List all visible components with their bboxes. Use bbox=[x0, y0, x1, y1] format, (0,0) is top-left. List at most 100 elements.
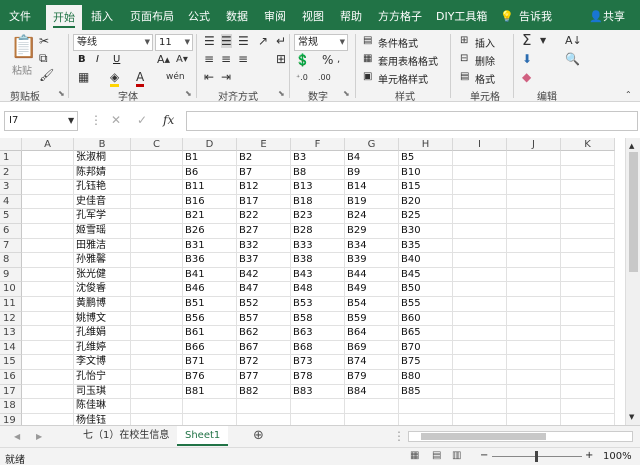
sort-filter-icon[interactable]: A↓ bbox=[565, 34, 582, 48]
cell-h3[interactable]: B15 bbox=[399, 180, 453, 195]
cell-a5[interactable] bbox=[22, 209, 74, 224]
cell-b4[interactable]: 史佳音 bbox=[74, 194, 131, 210]
cell-g18[interactable] bbox=[345, 399, 399, 414]
cell-d2[interactable]: B6 bbox=[183, 165, 237, 181]
chevron-down-icon[interactable]: ▼ bbox=[540, 34, 546, 48]
cell-e6[interactable]: B27 bbox=[237, 224, 291, 239]
cell-i14[interactable] bbox=[453, 340, 507, 356]
cell-i13[interactable] bbox=[453, 326, 507, 341]
cell-f18[interactable] bbox=[291, 399, 345, 414]
scroll-up-icon[interactable]: ▲ bbox=[629, 139, 634, 153]
cell-c3[interactable] bbox=[131, 180, 183, 195]
cell-j17[interactable] bbox=[507, 384, 561, 400]
cell-e17[interactable]: B82 bbox=[237, 384, 291, 400]
cell-e1[interactable]: B2 bbox=[237, 151, 291, 166]
cell-h8[interactable]: B40 bbox=[399, 253, 453, 268]
cell-d1[interactable]: B1 bbox=[183, 151, 237, 166]
cell-k8[interactable] bbox=[561, 253, 615, 268]
column-header-a[interactable]: A bbox=[22, 138, 74, 151]
cell-i15[interactable] bbox=[453, 355, 507, 370]
cell-i6[interactable] bbox=[453, 224, 507, 239]
column-header-b[interactable]: B bbox=[74, 138, 131, 151]
column-header-c[interactable]: C bbox=[131, 138, 183, 151]
cell-b2[interactable]: 陈邦婧 bbox=[74, 165, 131, 181]
cell-f7[interactable]: B33 bbox=[291, 238, 345, 254]
row-header-7[interactable]: 7 bbox=[0, 238, 22, 254]
cell-j9[interactable] bbox=[507, 267, 561, 283]
cell-h2[interactable]: B10 bbox=[399, 165, 453, 181]
cell-h10[interactable]: B50 bbox=[399, 282, 453, 297]
cell-e18[interactable] bbox=[237, 399, 291, 414]
cell-a13[interactable] bbox=[22, 326, 74, 341]
cell-e16[interactable]: B77 bbox=[237, 370, 291, 385]
cell-c7[interactable] bbox=[131, 238, 183, 254]
cell-b1[interactable]: 张淑桐 bbox=[74, 151, 131, 166]
align-center-icon[interactable]: ≡ bbox=[221, 52, 231, 66]
cell-f19[interactable] bbox=[291, 413, 345, 425]
cell-d13[interactable]: B61 bbox=[183, 326, 237, 341]
number-format-dropdown[interactable]: 常规 ▼ bbox=[294, 34, 348, 51]
cell-g6[interactable]: B29 bbox=[345, 224, 399, 239]
conditional-format-button[interactable]: 条件格式 bbox=[378, 35, 418, 50]
cell-c12[interactable] bbox=[131, 311, 183, 327]
cell-c10[interactable] bbox=[131, 282, 183, 297]
zoom-level[interactable]: 100% bbox=[603, 451, 632, 462]
cell-b8[interactable]: 孙雅馨 bbox=[74, 253, 131, 268]
tab-formulas[interactable]: 公式 bbox=[188, 0, 210, 30]
sheet-tab-active[interactable]: Sheet1 bbox=[177, 426, 229, 446]
wrap-text-icon[interactable]: ↵ bbox=[276, 34, 286, 48]
cell-d3[interactable]: B11 bbox=[183, 180, 237, 195]
tab-fangfang[interactable]: 方方格子 bbox=[378, 0, 422, 30]
cell-c6[interactable] bbox=[131, 224, 183, 239]
cell-i12[interactable] bbox=[453, 311, 507, 327]
cell-h9[interactable]: B45 bbox=[399, 267, 453, 283]
cell-g8[interactable]: B39 bbox=[345, 253, 399, 268]
cell-f16[interactable]: B78 bbox=[291, 370, 345, 385]
cell-g4[interactable]: B19 bbox=[345, 194, 399, 210]
name-box[interactable]: I7 bbox=[4, 111, 78, 131]
cell-k7[interactable] bbox=[561, 238, 615, 254]
cell-g9[interactable]: B44 bbox=[345, 267, 399, 283]
cell-f11[interactable]: B53 bbox=[291, 297, 345, 312]
cell-a7[interactable] bbox=[22, 238, 74, 254]
cell-g12[interactable]: B59 bbox=[345, 311, 399, 327]
cell-h4[interactable]: B20 bbox=[399, 194, 453, 210]
cell-g10[interactable]: B49 bbox=[345, 282, 399, 297]
cell-c11[interactable] bbox=[131, 297, 183, 312]
fill-icon[interactable]: ⬇ bbox=[522, 52, 532, 66]
cell-b17[interactable]: 司玉琪 bbox=[74, 384, 131, 400]
row-header-17[interactable]: 17 bbox=[0, 384, 22, 400]
cell-e3[interactable]: B12 bbox=[237, 180, 291, 195]
column-header-g[interactable]: G bbox=[345, 138, 399, 151]
paste-button[interactable]: 粘贴 bbox=[12, 62, 32, 77]
cell-a14[interactable] bbox=[22, 340, 74, 356]
horizontal-scroll-thumb[interactable] bbox=[421, 433, 546, 440]
cell-b16[interactable]: 孔怡宁 bbox=[74, 370, 131, 385]
cell-h5[interactable]: B25 bbox=[399, 209, 453, 224]
cell-c2[interactable] bbox=[131, 165, 183, 181]
cell-k5[interactable] bbox=[561, 209, 615, 224]
row-header-5[interactable]: 5 bbox=[0, 209, 22, 224]
cell-k15[interactable] bbox=[561, 355, 615, 370]
cell-h12[interactable]: B60 bbox=[399, 311, 453, 327]
cell-i5[interactable] bbox=[453, 209, 507, 224]
cell-d15[interactable]: B71 bbox=[183, 355, 237, 370]
cell-i19[interactable] bbox=[453, 413, 507, 425]
cell-f6[interactable]: B28 bbox=[291, 224, 345, 239]
cell-a18[interactable] bbox=[22, 399, 74, 414]
cell-d11[interactable]: B51 bbox=[183, 297, 237, 312]
cell-k9[interactable] bbox=[561, 267, 615, 283]
cell-f1[interactable]: B3 bbox=[291, 151, 345, 166]
merge-center-icon[interactable]: ⊞ bbox=[276, 52, 286, 66]
align-right-icon[interactable]: ≡ bbox=[238, 52, 248, 66]
accounting-format-icon[interactable]: 💲 bbox=[295, 53, 310, 67]
cell-b14[interactable]: 孔维婷 bbox=[74, 340, 131, 356]
cell-a11[interactable] bbox=[22, 297, 74, 312]
font-launcher-icon[interactable]: ⬊ bbox=[185, 89, 192, 98]
cell-c4[interactable] bbox=[131, 194, 183, 210]
cell-j2[interactable] bbox=[507, 165, 561, 181]
cell-e10[interactable]: B47 bbox=[237, 282, 291, 297]
cancel-icon[interactable]: ✕ bbox=[111, 113, 121, 127]
cell-c18[interactable] bbox=[131, 399, 183, 414]
enter-icon[interactable]: ✓ bbox=[137, 113, 147, 127]
